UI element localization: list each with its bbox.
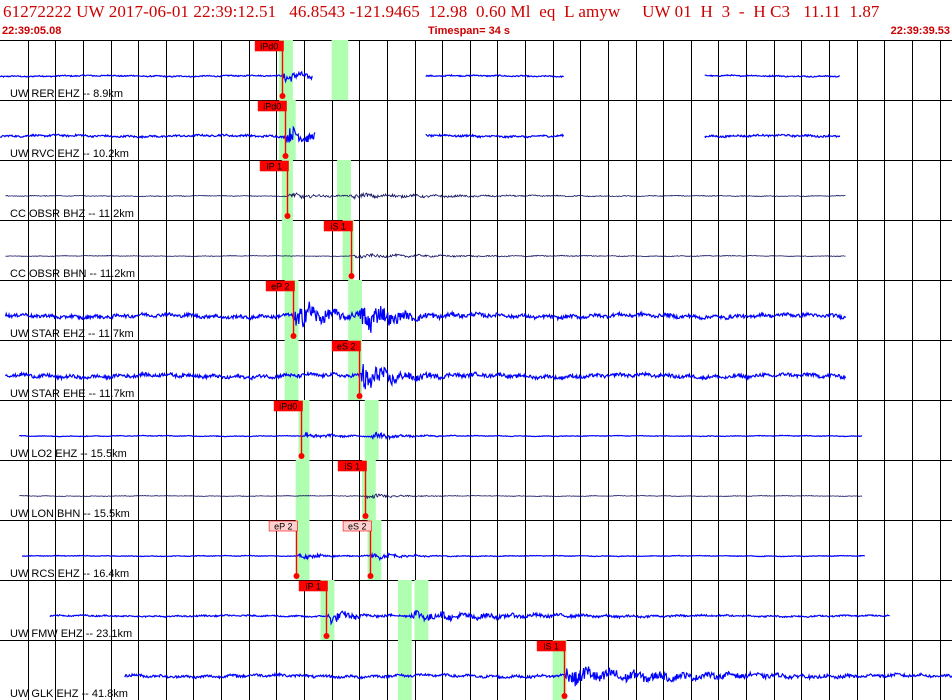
- time-window: [295, 460, 310, 520]
- pick-marker: [348, 273, 355, 279]
- station-label: UW RCS EHZ -- 16.4km: [10, 568, 129, 580]
- waveform: [19, 431, 863, 441]
- waveform: [0, 70, 313, 84]
- pick-label: eS 2: [337, 342, 356, 352]
- pick-label: eP 2: [274, 522, 292, 532]
- pick-marker: [367, 573, 374, 579]
- time-window: [414, 580, 429, 640]
- pick-marker: [279, 93, 286, 99]
- waveform: [5, 252, 846, 260]
- pick-label: iPd0: [279, 402, 297, 412]
- time-window: [397, 580, 412, 640]
- station-label: UW LO2 EHZ -- 15.5km: [10, 448, 127, 460]
- station-label: CC OBSR BHN -- 11.2km: [10, 268, 135, 280]
- pick-label: iS 1: [345, 462, 361, 472]
- pick-marker: [282, 153, 289, 159]
- waveform: [5, 191, 846, 201]
- pick-label: iS 1: [544, 642, 560, 652]
- waveform: [0, 125, 316, 143]
- pick-marker: [284, 213, 291, 219]
- station-label: UW RVC EHZ -- 10.2km: [10, 148, 129, 160]
- waveform: [425, 133, 565, 140]
- waveform: [49, 609, 890, 626]
- pick-marker: [298, 453, 305, 459]
- waveform: [21, 551, 865, 562]
- pick-marker: [356, 393, 363, 399]
- station-label: UW RER EHZ -- 8.9km: [10, 88, 123, 100]
- pick-marker: [290, 333, 297, 339]
- station-label: UW STAR EHE -- 11.7km: [10, 388, 134, 400]
- pick-label: iP 1: [267, 162, 282, 172]
- station-label: CC OBSR BHZ -- 11.2km: [10, 208, 134, 220]
- pick-marker: [362, 513, 369, 519]
- pick-label: eS 2: [348, 522, 367, 532]
- station-label: UW STAR EHZ -- 11.7km: [10, 328, 134, 340]
- pick-label: iPd0: [260, 42, 278, 52]
- station-label: UW LON BHN -- 15.5km: [10, 508, 130, 520]
- time-window: [331, 40, 349, 100]
- grid-layer: [0, 40, 952, 700]
- time-window: [397, 640, 412, 700]
- time-window: [284, 340, 299, 400]
- pick-label: iPd0: [263, 102, 281, 112]
- time-window: [337, 160, 351, 220]
- seismogram-panel: UW RER EHZ -- 8.9km UW RVC EHZ -- 10.2km C…: [0, 40, 952, 700]
- pick-marker: [323, 633, 330, 639]
- pick-label: eP 2: [271, 282, 289, 292]
- time-window: [281, 220, 293, 280]
- waveform: [704, 133, 841, 139]
- waveform: [704, 73, 840, 78]
- time-window: [348, 280, 363, 340]
- waveform: [4, 363, 847, 390]
- window-layer: [279, 40, 567, 700]
- pick-marker: [293, 573, 300, 579]
- pick-marker: [561, 693, 568, 699]
- trace-layer: UW RER EHZ -- 8.9km UW RVC EHZ -- 10.2km C…: [0, 70, 952, 700]
- station-label: UW FMW EHZ -- 23.1km: [10, 628, 132, 640]
- pick-label: iS 1: [331, 222, 347, 232]
- waveform: [19, 493, 863, 500]
- station-label: UW GLK EHZ -- 41.8km: [10, 688, 128, 700]
- waveform: [425, 73, 564, 79]
- pick-label: iP 1: [306, 582, 321, 592]
- time-window: [364, 400, 379, 460]
- waveform: [124, 666, 952, 687]
